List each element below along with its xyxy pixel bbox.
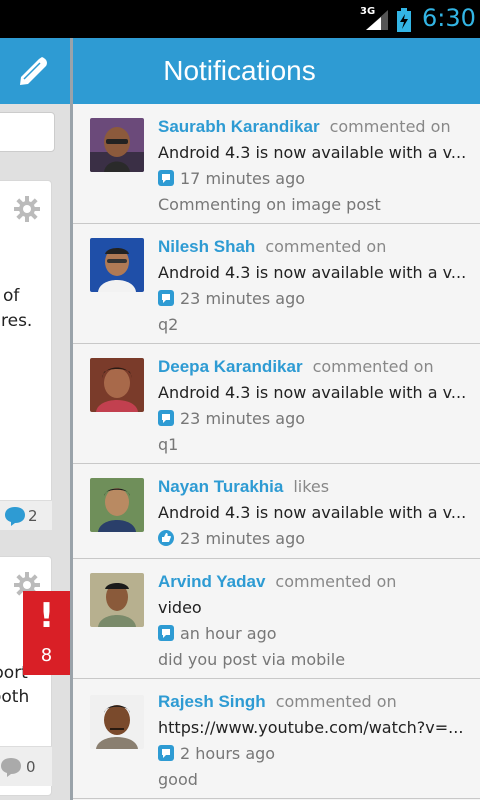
- notification-snippet[interactable]: video: [158, 595, 473, 621]
- comment-icon[interactable]: [4, 506, 26, 526]
- notification-time: 23 minutes ago: [180, 289, 306, 308]
- background-header: [0, 38, 70, 104]
- post-text-fragment: ooth: [0, 687, 30, 707]
- notification-alert-badge[interactable]: ! 8: [23, 591, 70, 675]
- post-text-fragment: res.: [1, 311, 33, 331]
- notification-action: commented on: [275, 692, 397, 711]
- battery-charging-icon: [397, 8, 411, 32]
- notifications-list[interactable]: Saurabh Karandikar commented on Android 4…: [73, 104, 480, 799]
- notification-item[interactable]: Nayan Turakhia likes Android 4.3 is now a…: [73, 464, 480, 559]
- page-title: Notifications: [163, 55, 316, 86]
- post-footer: 2: [0, 500, 52, 530]
- notification-time: 2 hours ago: [180, 744, 276, 763]
- notification-author[interactable]: Nayan Turakhia: [158, 477, 283, 496]
- background-post-card: of res.: [0, 180, 52, 530]
- compose-pencil-icon[interactable]: [16, 54, 50, 88]
- notifications-panel: Notifications Saurabh Karandikar commente…: [70, 38, 480, 800]
- notification-snippet[interactable]: https://www.youtube.com/watch?v=...: [158, 715, 473, 741]
- notification-item[interactable]: Deepa Karandikar commented on Android 4.3…: [73, 344, 480, 464]
- notification-action: commented on: [265, 237, 387, 256]
- avatar[interactable]: [90, 695, 144, 749]
- background-stream-panel: of res. 2 port ooth 0: [0, 38, 70, 800]
- status-time: 6:30: [422, 4, 476, 32]
- notification-action: commented on: [275, 572, 397, 591]
- post-footer: 0: [0, 746, 52, 786]
- comment-icon[interactable]: [0, 757, 22, 777]
- notifications-header: Notifications: [73, 38, 480, 104]
- notification-time: an hour ago: [180, 624, 277, 643]
- notification-time: 17 minutes ago: [180, 169, 306, 188]
- comment-icon: [158, 290, 174, 306]
- comment-icon: [158, 170, 174, 186]
- notification-action: commented on: [329, 117, 451, 136]
- post-text-fragment: of: [3, 286, 20, 306]
- notification-item[interactable]: Saurabh Karandikar commented on Android 4…: [73, 104, 480, 224]
- notification-author[interactable]: Deepa Karandikar: [158, 357, 303, 376]
- notification-author[interactable]: Nilesh Shah: [158, 237, 255, 256]
- notification-author[interactable]: Saurabh Karandikar: [158, 117, 320, 136]
- like-icon: [158, 530, 174, 546]
- comment-count: 0: [26, 758, 36, 776]
- alert-icon: !: [38, 596, 55, 636]
- avatar[interactable]: [90, 118, 144, 172]
- background-search-box[interactable]: [0, 112, 55, 152]
- comment-icon: [158, 745, 174, 761]
- comment-icon: [158, 410, 174, 426]
- alert-count: 8: [40, 645, 53, 666]
- avatar[interactable]: [90, 238, 144, 292]
- comment-icon: [158, 625, 174, 641]
- notification-item[interactable]: Rajesh Singh commented on https://www.you…: [73, 679, 480, 799]
- notification-action: commented on: [312, 357, 434, 376]
- notification-time: 23 minutes ago: [180, 409, 306, 428]
- signal-icon: [366, 10, 388, 30]
- notification-action: likes: [293, 477, 330, 496]
- notification-snippet[interactable]: Android 4.3 is now available with a v...: [158, 140, 473, 166]
- notification-snippet[interactable]: Android 4.3 is now available with a v...: [158, 260, 473, 286]
- notification-snippet[interactable]: Android 4.3 is now available with a v...: [158, 380, 473, 406]
- gear-icon[interactable]: [13, 195, 41, 223]
- notification-time: 23 minutes ago: [180, 529, 306, 548]
- notification-comment: q1: [158, 435, 179, 454]
- comment-count: 2: [28, 507, 38, 525]
- notification-author[interactable]: Arvind Yadav: [158, 572, 265, 591]
- status-bar: 3G 6:30: [0, 0, 480, 38]
- avatar[interactable]: [90, 358, 144, 412]
- avatar[interactable]: [90, 478, 144, 532]
- notification-comment: did you post via mobile: [158, 650, 346, 669]
- notification-comment: q2: [158, 315, 179, 334]
- avatar[interactable]: [90, 573, 144, 627]
- notification-snippet[interactable]: Android 4.3 is now available with a v...: [158, 500, 473, 526]
- notification-item[interactable]: Nilesh Shah commented on Android 4.3 is n…: [73, 224, 480, 344]
- notification-comment: Commenting on image post: [158, 195, 381, 214]
- notification-author[interactable]: Rajesh Singh: [158, 692, 266, 711]
- notification-item[interactable]: Arvind Yadav commented on video an hour a…: [73, 559, 480, 679]
- notification-comment: good: [158, 770, 198, 789]
